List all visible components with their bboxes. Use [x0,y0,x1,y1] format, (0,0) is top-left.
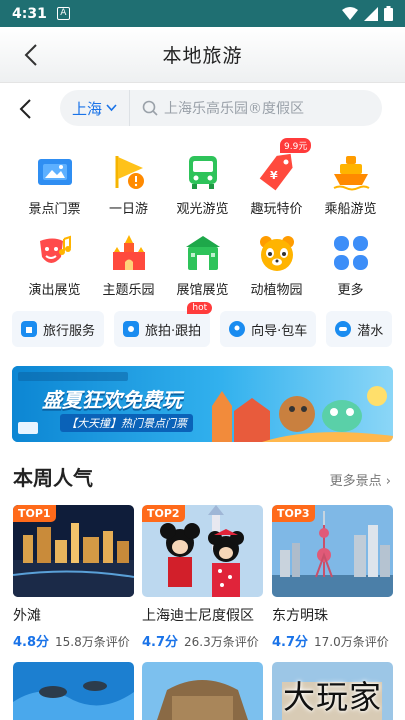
camera-icon [123,321,140,337]
attraction-photo: TOP1 [13,505,134,597]
attraction-name: 东方明珠 [272,608,328,624]
chevron-down-icon [106,104,117,112]
notification-icon: A [56,7,70,20]
grid-item-boat-tour[interactable]: 乘船游览 [310,152,391,217]
ticket-icon [35,152,75,192]
hot-badge: hot [187,302,213,314]
pill-diving[interactable]: 潜水 [326,311,393,347]
grid-item-tickets[interactable]: 景点门票 [14,152,95,217]
review-count: 17.0万条评价 [314,635,389,649]
rank-badge: TOP3 [272,505,315,522]
grid-label: 更多 [337,283,364,298]
price-tag-icon: ¥ [257,152,297,192]
page-title: 本地旅游 [162,45,243,67]
search-placeholder: 上海乐高乐园®度假区 [164,101,304,117]
more-grid-icon [331,233,371,273]
more-spots-link[interactable]: 更多景点 › [330,470,391,489]
rating-score: 4.8分 [13,635,50,650]
attraction-meta: 4.7分 17.0万条评价 [272,631,393,650]
nav-bar: 本地旅游 [0,27,405,83]
attraction-meta: 4.7分 26.3万条评价 [142,631,263,650]
grid-item-shows[interactable]: 演出展览 [14,233,95,298]
service-pills: 旅行服务 旅拍·跟拍 hot 向导·包车 潜水 [12,302,405,347]
castle-icon [109,233,149,273]
attraction-name: 外滩 [13,608,41,624]
theater-mask-icon [35,233,75,273]
dive-mask-icon [335,321,352,337]
rating-score: 4.7分 [272,635,309,650]
pill-travel-service[interactable]: 旅行服务 [12,311,105,347]
grid-label: 景点门票 [28,202,81,217]
grid-label: 一日游 [108,202,148,217]
grid-item-theme-park[interactable]: 主题乐园 [88,233,169,298]
boat-icon [331,152,371,192]
promo-banner[interactable]: 盛夏狂欢免费玩 【大天撞】热门景点门票 [12,366,393,442]
wifi-icon [342,6,358,20]
grid-label: 趣玩特价 [250,202,303,217]
attraction-photo: TOP2 [142,505,263,597]
guide-icon [229,321,246,337]
bag-icon [21,321,37,337]
status-bar: 4:31 A [0,0,405,27]
attraction-meta: 4.8分 15.8万条评价 [13,631,134,650]
section-title: 本周人气 [13,466,93,490]
grid-item-museum[interactable]: 展馆展览 [162,233,243,298]
status-time: 4:31 [12,5,47,22]
museum-icon [183,233,223,273]
bus-icon [183,152,223,192]
rank-badge: TOP2 [142,505,185,522]
city-selector[interactable]: 上海 [60,90,130,126]
attraction-photo[interactable] [13,662,134,720]
attraction-card[interactable]: TOP2 上海迪士尼度假区 4.7分 26.3万条评价 [142,505,263,650]
grid-item-special-price[interactable]: ¥ 趣玩特价 [236,152,317,217]
city-label: 上海 [71,99,102,118]
grid-item-more[interactable]: 更多 [310,233,391,298]
pill-label: 向导·包车 [251,323,308,339]
rating-score: 4.7分 [142,635,179,650]
svg-text:¥: ¥ [270,169,278,182]
grid-item-sightseeing[interactable]: 观光游览 [162,152,243,217]
pill-travel-photo[interactable]: 旅拍·跟拍 hot [114,302,213,347]
battery-icon [384,6,393,21]
chevron-right-icon: › [385,474,391,489]
panda-icon [257,233,297,273]
search-icon [142,100,158,116]
price-badge: 9.9元 [280,138,312,153]
grid-label: 展馆展览 [176,283,229,298]
grid-label: 乘船游览 [324,202,377,217]
search-box[interactable]: 上海 上海乐高乐园®度假区 [60,90,382,126]
more-label: 更多景点 [329,474,382,489]
watermark-logo: 大玩家 [283,678,383,716]
pill-label: 潜水 [357,323,384,339]
review-count: 15.8万条评价 [55,635,130,649]
attraction-card[interactable]: TOP1 外滩 4.8分 15.8万条评价 [13,505,134,650]
attraction-card[interactable]: TOP3 东方明珠 4.7分 17.0万条评价 [272,505,393,650]
attraction-name: 上海迪士尼度假区 [142,608,254,624]
search-input[interactable]: 上海乐高乐园®度假区 [130,98,304,118]
attraction-photo: TOP3 [272,505,393,597]
pill-label: 旅拍·跟拍 [145,323,202,339]
grid-item-day-tour[interactable]: 一日游 [88,152,169,217]
signal-icon [364,6,378,21]
review-count: 26.3万条评价 [184,635,259,649]
back-arrow-icon[interactable] [20,41,44,69]
rank-badge: TOP1 [13,505,56,522]
grid-label: 主题乐园 [102,283,155,298]
grid-label: 演出展览 [28,283,81,298]
flag-icon [109,152,149,192]
status-icons [342,6,393,21]
grid-label: 动植物园 [250,283,303,298]
grid-item-zoo[interactable]: 动植物园 [236,233,317,298]
grid-label: 观光游览 [176,202,229,217]
banner-headline: 盛夏狂欢免费玩 [42,388,182,412]
pill-guide-car[interactable]: 向导·包车 [220,311,317,347]
attraction-photo[interactable] [142,662,263,720]
search-row: 上海 上海乐高乐园®度假区 [0,90,405,128]
pill-label: 旅行服务 [43,323,96,339]
banner-subline: 【大天撞】热门景点门票 [60,414,193,432]
back-arrow-icon[interactable] [16,97,36,121]
